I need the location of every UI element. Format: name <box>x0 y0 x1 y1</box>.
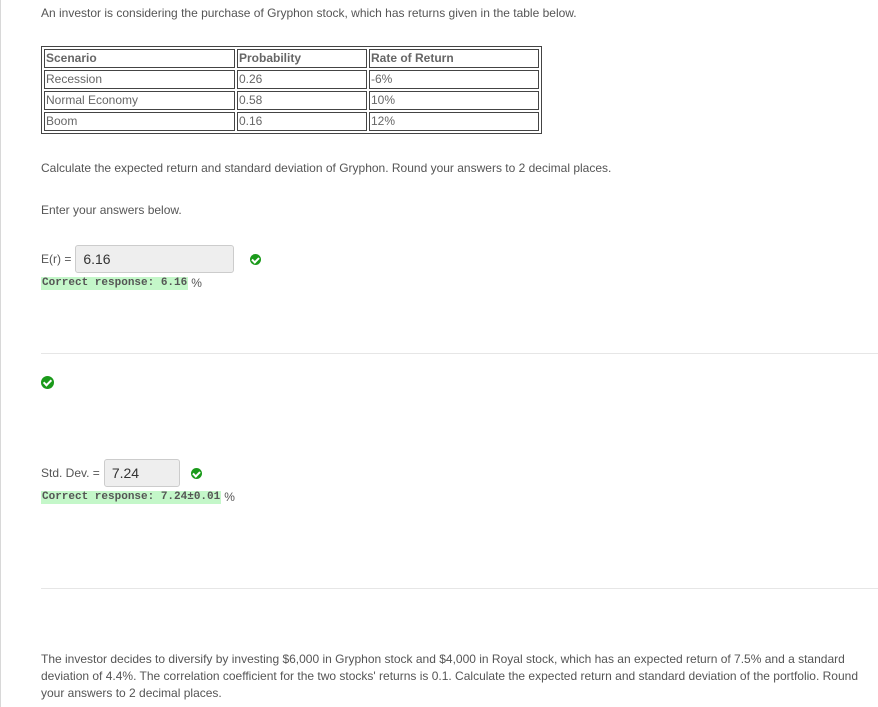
expected-return-input[interactable] <box>75 245 235 273</box>
section-divider <box>41 588 878 589</box>
header-rate-of-return: Rate of Return <box>369 49 539 68</box>
correct-response-text: Correct response: 7.24±0.01 <box>41 490 222 504</box>
expected-return-feedback: Correct response: 6.16 % <box>41 276 202 290</box>
cell-probability: 0.58 <box>237 91 367 110</box>
table-row: Normal Economy 0.58 10% <box>44 91 539 110</box>
correct-response-text: Correct response: 6.16 <box>41 276 189 290</box>
table-row: Boom 0.16 12% <box>44 112 539 131</box>
cell-return: -6% <box>369 70 539 89</box>
header-scenario: Scenario <box>44 49 235 68</box>
cell-scenario: Normal Economy <box>44 91 235 110</box>
std-dev-label: Std. Dev. = <box>41 466 100 480</box>
check-circle-icon <box>190 467 202 479</box>
table-header-row: Scenario Probability Rate of Return <box>44 49 539 68</box>
check-circle-icon <box>250 253 262 265</box>
std-dev-input[interactable] <box>103 459 180 487</box>
unit-label: % <box>191 276 202 290</box>
cell-probability: 0.26 <box>237 70 367 89</box>
cell-return: 12% <box>369 112 539 131</box>
diversify-question-text: The investor decides to diversify by inv… <box>41 652 858 700</box>
std-dev-feedback: Correct response: 7.24±0.01 % <box>41 490 235 504</box>
left-border <box>0 0 1 707</box>
instructions-text: Calculate the expected return and standa… <box>41 161 612 175</box>
std-dev-row: Std. Dev. = <box>41 459 202 487</box>
table-row: Recession 0.26 -6% <box>44 70 539 89</box>
cell-probability: 0.16 <box>237 112 367 131</box>
enter-prompt: Enter your answers below. <box>41 203 182 217</box>
section-divider <box>41 353 878 354</box>
intro-text: An investor is considering the purchase … <box>41 6 577 20</box>
unit-label: % <box>224 490 235 504</box>
cell-scenario: Boom <box>44 112 235 131</box>
scenario-table: Scenario Probability Rate of Return Rece… <box>41 46 542 134</box>
expected-return-label: E(r) = <box>41 252 72 266</box>
cell-return: 10% <box>369 91 539 110</box>
check-circle-icon <box>41 376 54 389</box>
header-probability: Probability <box>237 49 367 68</box>
cell-scenario: Recession <box>44 70 235 89</box>
expected-return-row: E(r) = <box>41 245 262 273</box>
